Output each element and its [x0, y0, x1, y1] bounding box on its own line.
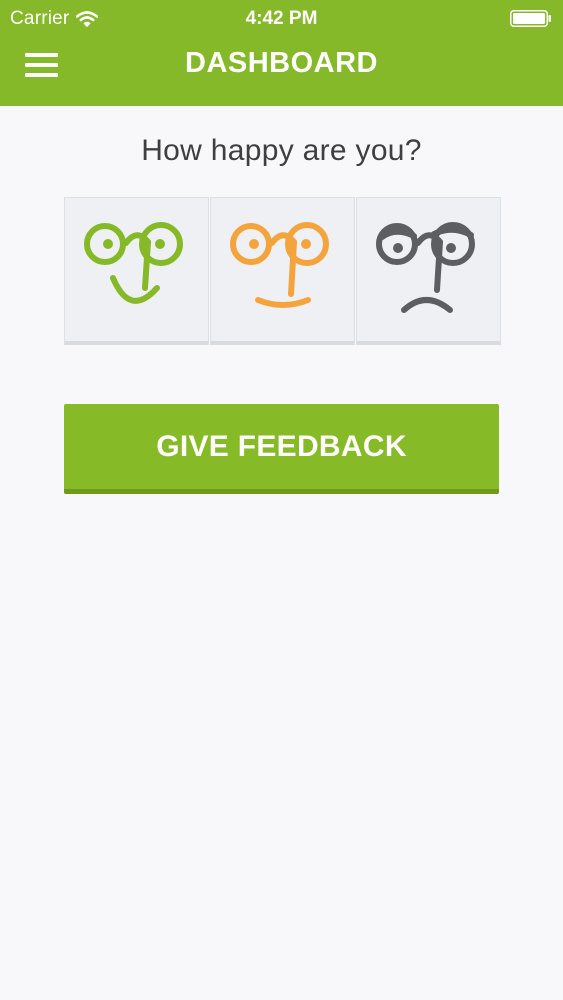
top-bar: Carrier 4:42 PM DASHBOARD: [0, 0, 563, 106]
neutral-face-icon: [229, 221, 329, 308]
page-title: DASHBOARD: [185, 47, 378, 79]
battery-icon: [510, 10, 551, 27]
mood-question: How happy are you?: [141, 134, 422, 167]
sad-face-icon: [375, 221, 475, 313]
status-time: 4:42 PM: [245, 8, 318, 29]
mood-option-happy[interactable]: [64, 197, 209, 345]
give-feedback-button[interactable]: GIVE FEEDBACK: [64, 404, 499, 494]
mood-selector: [64, 197, 501, 345]
mood-option-neutral[interactable]: [210, 197, 355, 345]
mood-option-sad[interactable]: [356, 197, 501, 345]
status-bar: Carrier 4:42 PM: [0, 0, 563, 38]
happy-face-icon: [83, 221, 183, 304]
nav-bar: DASHBOARD: [0, 38, 563, 106]
